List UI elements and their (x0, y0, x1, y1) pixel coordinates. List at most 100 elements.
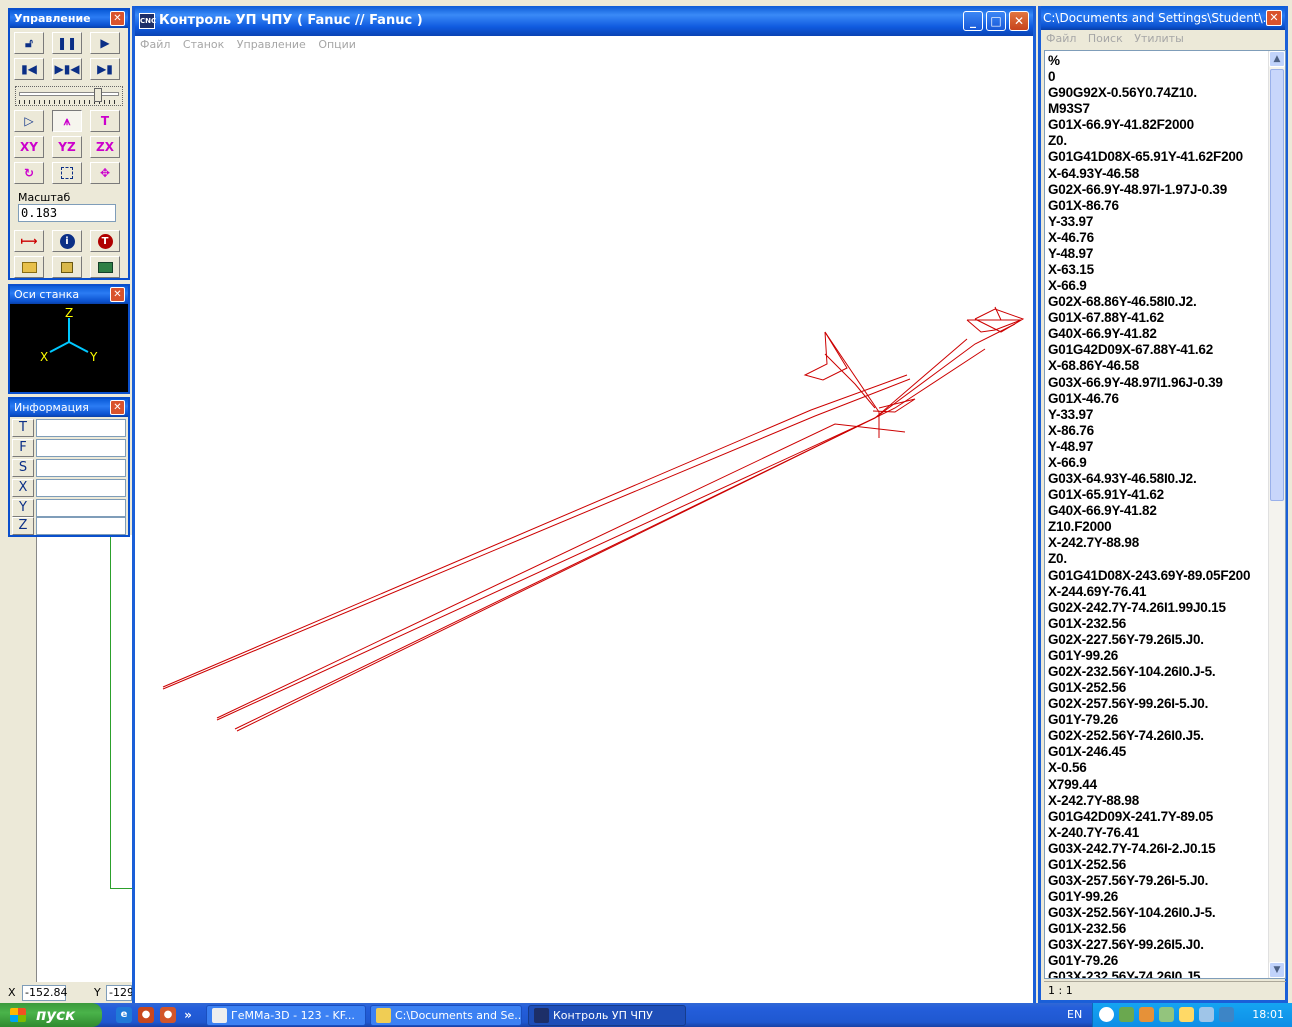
nc-code-line[interactable]: Z0. (1048, 551, 1270, 567)
nc-code-line[interactable]: G03X-64.93Y-46.58I0.J2. (1048, 471, 1270, 487)
close-icon[interactable]: ✕ (1266, 10, 1282, 26)
step-button[interactable]: ▶▮◀ (52, 58, 82, 80)
scroll-down-icon[interactable]: ▼ (1269, 962, 1285, 978)
view-tool-button[interactable]: T (90, 110, 120, 132)
tool-info-button[interactable]: T (90, 230, 120, 252)
nc-code-line[interactable]: Y-33.97 (1048, 407, 1270, 423)
nc-code-line[interactable]: G03X-242.7Y-74.26I-2.J0.15 (1048, 841, 1270, 857)
menu-options[interactable]: Опции (318, 38, 356, 51)
nc-code-line[interactable]: X799.44 (1048, 777, 1270, 793)
nc-code-line[interactable]: G01Y-99.26 (1048, 648, 1270, 664)
scale-input[interactable]: 0.183 (18, 204, 116, 222)
nc-code-line[interactable]: G03X-232.56Y-74.26I0.J5 (1048, 969, 1270, 978)
nc-code-line[interactable]: G01X-232.56 (1048, 921, 1270, 937)
menu-machine[interactable]: Станок (183, 38, 224, 51)
nc-code-line[interactable]: Y-48.97 (1048, 246, 1270, 262)
nc-code-line[interactable]: G01G41D08X-65.91Y-41.62F200 (1048, 149, 1270, 165)
taskbar-button-folder[interactable]: C:\Documents and Se... (370, 1005, 522, 1026)
nc-code-line[interactable]: G01G42D09X-241.7Y-89.05 (1048, 809, 1270, 825)
tray-app-icon[interactable] (1159, 1007, 1174, 1022)
tray-app-icon[interactable] (1139, 1007, 1154, 1022)
nc-code-line[interactable]: X-0.56 (1048, 760, 1270, 776)
close-icon[interactable]: ✕ (110, 287, 125, 302)
fit-view-button[interactable]: ✥ (90, 162, 120, 184)
view-front-button[interactable]: ▷ (14, 110, 44, 132)
close-icon[interactable]: ✕ (110, 11, 125, 26)
nc-code-line[interactable]: G01X-246.45 (1048, 744, 1270, 760)
taskbar-button-gemma[interactable]: ГеММа-3D - 123 - KF... (206, 1005, 366, 1026)
nc-code-line[interactable]: X-68.86Y-46.58 (1048, 358, 1270, 374)
tray-network-icon[interactable] (1219, 1007, 1234, 1022)
nc-code-line[interactable]: G01Y-99.26 (1048, 889, 1270, 905)
nc-code-line[interactable]: 0 (1048, 69, 1270, 85)
menu-utilities[interactable]: Утилиты (1134, 32, 1184, 45)
slider-thumb[interactable] (94, 88, 102, 102)
toolpath-viewport[interactable] (135, 54, 1033, 1003)
nc-code-line[interactable]: G03X-252.56Y-104.26I0.J-5. (1048, 905, 1270, 921)
nc-code-line[interactable]: X-66.9 (1048, 455, 1270, 471)
close-icon[interactable]: ✕ (110, 400, 125, 415)
nc-code-line[interactable]: X-244.69Y-76.41 (1048, 584, 1270, 600)
view-zx-button[interactable]: ZX (90, 136, 120, 158)
nc-code-line[interactable]: G01X-252.56 (1048, 680, 1270, 696)
machine-button[interactable] (90, 256, 120, 278)
menu-control[interactable]: Управление (237, 38, 306, 51)
unlock-button[interactable]: 🔓︎ (14, 32, 44, 54)
open-file-button[interactable] (14, 256, 44, 278)
nc-code-editor[interactable]: % 0 G90G92X-0.56Y0.74Z10. M93S7 G01X-66.9Y-4… (1044, 50, 1286, 979)
maximize-button[interactable]: □ (986, 11, 1006, 31)
nc-code-line[interactable]: G01X-252.56 (1048, 857, 1270, 873)
nc-code-line[interactable]: Z10.F2000 (1048, 519, 1270, 535)
vertical-scrollbar[interactable]: ▲ ▼ (1268, 51, 1285, 978)
nc-code-line[interactable]: M93S7 (1048, 101, 1270, 117)
nc-code-line[interactable]: G40X-66.9Y-41.82 (1048, 503, 1270, 519)
ie-icon[interactable]: e (116, 1007, 132, 1023)
code-window-title[interactable]: C:\Documents and Settings\Student\... (1041, 6, 1285, 30)
nc-code-line[interactable]: Y-33.97 (1048, 214, 1270, 230)
play-button[interactable]: ▶ (90, 32, 120, 54)
nc-code-line[interactable]: G01X-46.76 (1048, 391, 1270, 407)
nc-code-line[interactable]: G01X-66.9Y-41.82F2000 (1048, 117, 1270, 133)
nc-code-line[interactable]: X-66.9 (1048, 278, 1270, 294)
nc-code-line[interactable]: Y-48.97 (1048, 439, 1270, 455)
skip-end-button[interactable]: ▶▮ (90, 58, 120, 80)
nc-code-line[interactable]: G01X-65.91Y-41.62 (1048, 487, 1270, 503)
speed-slider[interactable] (15, 86, 123, 106)
nc-code-line[interactable]: G01G42D09X-67.88Y-41.62 (1048, 342, 1270, 358)
taskbar-button-cnc[interactable]: Контроль УП ЧПУ (528, 1005, 686, 1026)
tray-app-icon[interactable] (1199, 1007, 1214, 1022)
nc-code-line[interactable]: G03X-66.9Y-48.97I1.96J-0.39 (1048, 375, 1270, 391)
nc-code-line[interactable]: G02X-257.56Y-99.26I-5.J0. (1048, 696, 1270, 712)
quicklaunch-app-icon[interactable]: ● (138, 1007, 154, 1023)
menu-file[interactable]: Файл (1046, 32, 1076, 45)
nc-code-line[interactable]: G03X-257.56Y-79.26I-5.J0. (1048, 873, 1270, 889)
nc-code-line[interactable]: G90G92X-0.56Y0.74Z10. (1048, 85, 1270, 101)
tray-back-icon[interactable] (1099, 1007, 1114, 1022)
nc-code-line[interactable]: G03X-227.56Y-99.26I5.J0. (1048, 937, 1270, 953)
nc-code-line[interactable]: G40X-66.9Y-41.82 (1048, 326, 1270, 342)
nc-code-line[interactable]: % (1048, 53, 1270, 69)
nc-code-line[interactable]: G01X-67.88Y-41.62 (1048, 310, 1270, 326)
nc-code-line[interactable]: X-240.7Y-76.41 (1048, 825, 1270, 841)
menu-search[interactable]: Поиск (1088, 32, 1123, 45)
nc-code-line[interactable]: Z0. (1048, 133, 1270, 149)
nc-code-line[interactable]: G01G41D08X-243.69Y-89.05F200 (1048, 568, 1270, 584)
nc-code-line[interactable]: X-64.93Y-46.58 (1048, 166, 1270, 182)
scrollbar-thumb[interactable] (1270, 69, 1284, 501)
chevron-right-icon[interactable]: » (180, 1007, 196, 1023)
nc-code-line[interactable]: X-46.76 (1048, 230, 1270, 246)
tray-app-icon[interactable] (1119, 1007, 1134, 1022)
nc-code-line[interactable]: G02X-252.56Y-74.26I0.J5. (1048, 728, 1270, 744)
measure-button[interactable]: ⟼ (14, 230, 44, 252)
nc-code-line[interactable]: X-242.7Y-88.98 (1048, 793, 1270, 809)
nc-code-line[interactable]: G01Y-79.26 (1048, 712, 1270, 728)
scroll-up-icon[interactable]: ▲ (1269, 51, 1285, 67)
nc-code-line[interactable]: G02X-66.9Y-48.97I-1.97J-0.39 (1048, 182, 1270, 198)
nc-code-line[interactable]: G01X-86.76 (1048, 198, 1270, 214)
nc-code-line[interactable]: G02X-227.56Y-79.26I5.J0. (1048, 632, 1270, 648)
info-button[interactable]: i (52, 230, 82, 252)
quicklaunch-app-icon[interactable]: ● (160, 1007, 176, 1023)
nc-code-line[interactable]: X-86.76 (1048, 423, 1270, 439)
nc-code-line[interactable]: G01X-232.56 (1048, 616, 1270, 632)
rotate-view-button[interactable]: ↻ (14, 162, 44, 184)
